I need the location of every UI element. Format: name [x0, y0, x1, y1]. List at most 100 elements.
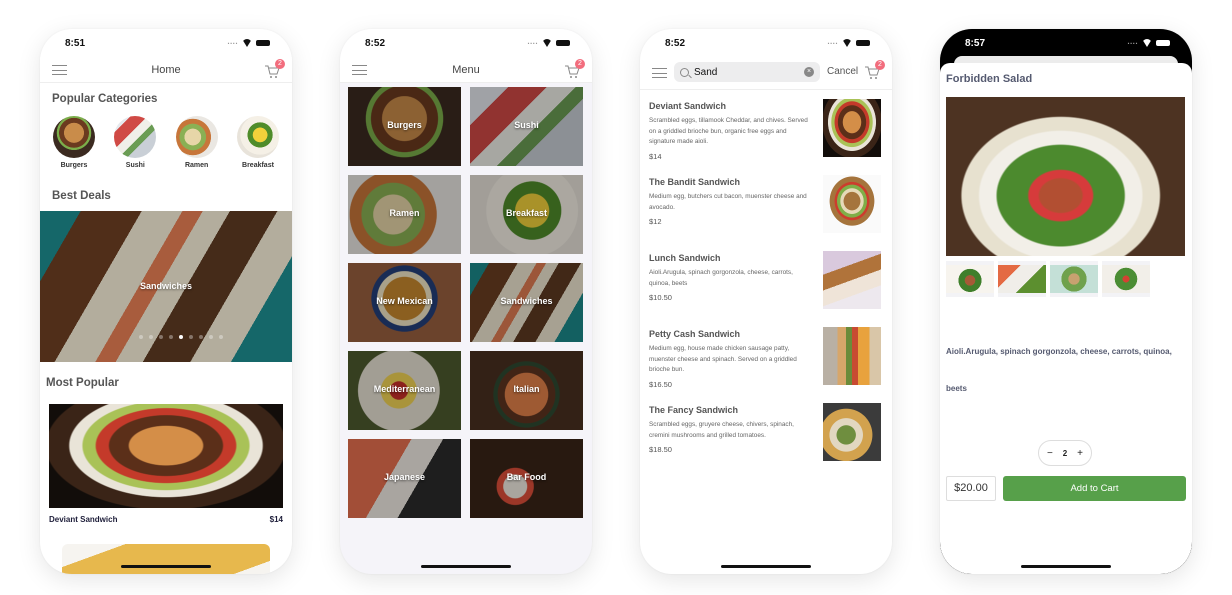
add-to-cart-button[interactable]: Add to Cart [1003, 476, 1186, 501]
pager-dot[interactable] [169, 335, 173, 339]
wifi-icon [1142, 39, 1152, 47]
decrement-button[interactable]: − [1047, 448, 1053, 459]
pager-dot[interactable] [209, 335, 213, 339]
pager-dot[interactable] [149, 335, 153, 339]
cart-badge: 2 [875, 60, 885, 70]
product-thumbnails [946, 261, 1150, 297]
wifi-icon [542, 39, 552, 47]
search-result-item[interactable]: Petty Cash Sandwich Medium egg, house ma… [649, 327, 883, 389]
cart-badge: 2 [575, 59, 585, 69]
increment-button[interactable]: + [1077, 448, 1083, 459]
category-image [175, 116, 218, 158]
category-image [114, 116, 157, 158]
battery-icon [256, 40, 270, 46]
menu-tile-label: Japanese [383, 472, 426, 482]
menu-tile-mediterranean[interactable]: Mediterranean [348, 351, 461, 430]
home-indicator [1021, 565, 1111, 568]
menu-tile-new-mexican[interactable]: New Mexican [348, 263, 461, 342]
search-result-item[interactable]: The Bandit Sandwich Medium egg, butchers… [649, 175, 883, 233]
menu-tile-breakfast[interactable]: Breakfast [470, 175, 583, 254]
menu-tile-italian[interactable]: Italian [470, 351, 583, 430]
pager-dot[interactable] [189, 335, 193, 339]
result-description: Medium egg, house made chicken sausage p… [649, 345, 797, 373]
menu-tile-label: Mediterranean [373, 384, 436, 394]
product-thumbnail[interactable] [998, 261, 1046, 297]
menu-tile-label: Sushi [514, 120, 539, 130]
search-bar[interactable]: × [674, 62, 820, 82]
wifi-icon [842, 39, 852, 47]
cart-button[interactable]: 2 [864, 60, 885, 80]
hamburger-menu-icon[interactable] [652, 68, 667, 78]
result-image [823, 175, 881, 233]
phone-menu-screen: 8:52 ···· Menu 2 Burgers Sushi Ramen Bre… [340, 29, 592, 574]
menu-tile-burgers[interactable]: Burgers [348, 87, 461, 166]
pager-dot[interactable] [159, 335, 163, 339]
hamburger-menu-icon[interactable] [52, 65, 67, 75]
pager-dot[interactable] [199, 335, 203, 339]
search-result-item[interactable]: Lunch Sandwich Aioli.Arugula, spinach go… [649, 251, 883, 309]
category-label: Burgers [60, 162, 88, 169]
status-time: 8:51 [65, 37, 86, 49]
menu-tile-label: New Mexican [376, 296, 433, 306]
category-label: Sushi [125, 162, 145, 169]
product-price: $20.00 [946, 476, 996, 501]
menu-tile-label: Bar Food [506, 472, 547, 482]
result-description: Scrambled eggs, tillamook Cheddar, and c… [649, 117, 808, 145]
product-main-image [946, 97, 1185, 256]
category-breakfast[interactable]: Breakfast [232, 116, 284, 169]
nav-title: Home [151, 63, 181, 76]
best-deals-carousel[interactable]: Sandwiches [40, 211, 292, 362]
most-popular-item-image[interactable] [49, 404, 283, 508]
search-input[interactable] [694, 66, 794, 78]
carousel-pager[interactable] [40, 335, 292, 339]
nav-bar: Home 2 [40, 57, 292, 83]
result-image [823, 251, 881, 309]
product-thumbnail[interactable] [1102, 261, 1150, 297]
nav-bar: Menu 2 [340, 57, 592, 83]
cancel-search-button[interactable]: Cancel [827, 66, 858, 77]
menu-tile-sushi[interactable]: Sushi [470, 87, 583, 166]
category-sushi[interactable]: Sushi [109, 116, 161, 169]
menu-category-grid: Burgers Sushi Ramen Breakfast New Mexica… [348, 87, 584, 518]
status-time: 8:57 [965, 37, 986, 49]
hamburger-menu-icon[interactable] [352, 65, 367, 75]
pager-dot-active[interactable] [179, 335, 183, 339]
category-ramen[interactable]: Ramen [171, 116, 223, 169]
cart-badge: 2 [275, 59, 285, 69]
category-image [53, 116, 95, 158]
phone-search-screen: 8:52 ···· × Cancel 2 Deviant Sandwich Sc… [640, 29, 892, 574]
menu-tile-label: Sandwiches [500, 296, 553, 306]
product-thumbnail[interactable] [1050, 261, 1098, 297]
cart-button[interactable]: 2 [564, 59, 585, 79]
status-time: 8:52 [365, 37, 386, 49]
menu-tile-sandwiches[interactable]: Sandwiches [470, 263, 583, 342]
cart-button[interactable]: 2 [264, 59, 285, 79]
clear-search-icon[interactable]: × [804, 67, 814, 77]
result-image [823, 99, 881, 157]
most-popular-heading: Most Popular [46, 377, 119, 389]
category-burgers[interactable]: Burgers [48, 116, 100, 169]
search-result-item[interactable]: The Fancy Sandwich Scrambled eggs, gruye… [649, 403, 883, 461]
menu-tile-bar-food[interactable]: Bar Food [470, 439, 583, 518]
menu-tile-label: Ramen [389, 208, 420, 218]
status-bar: 8:57 ···· [940, 29, 1192, 57]
menu-tile-ramen[interactable]: Ramen [348, 175, 461, 254]
status-bar: 8:52 ···· [340, 29, 592, 57]
menu-tile-label: Burgers [387, 120, 422, 130]
status-time: 8:52 [665, 37, 686, 49]
wifi-icon [242, 39, 252, 47]
quantity-value: 2 [1062, 448, 1068, 458]
most-popular-next-item-image[interactable] [62, 544, 270, 574]
menu-tile-japanese[interactable]: Japanese [348, 439, 461, 518]
quantity-stepper[interactable]: − 2 + [1038, 440, 1092, 466]
category-image [236, 116, 279, 158]
search-result-item[interactable]: Deviant Sandwich Scrambled eggs, tillamo… [649, 99, 883, 161]
search-results-list: Deviant Sandwich Scrambled eggs, tillamo… [640, 89, 892, 461]
pager-dot[interactable] [139, 335, 143, 339]
best-deals-heading: Best Deals [52, 190, 111, 202]
category-row: Burgers Sushi Ramen Breakfast [48, 116, 284, 169]
signal-icon: ···· [1127, 38, 1138, 48]
product-thumbnail[interactable] [946, 261, 994, 297]
result-description: Aioli.Arugula, spinach gorgonzola, chees… [649, 269, 793, 287]
pager-dot[interactable] [219, 335, 223, 339]
